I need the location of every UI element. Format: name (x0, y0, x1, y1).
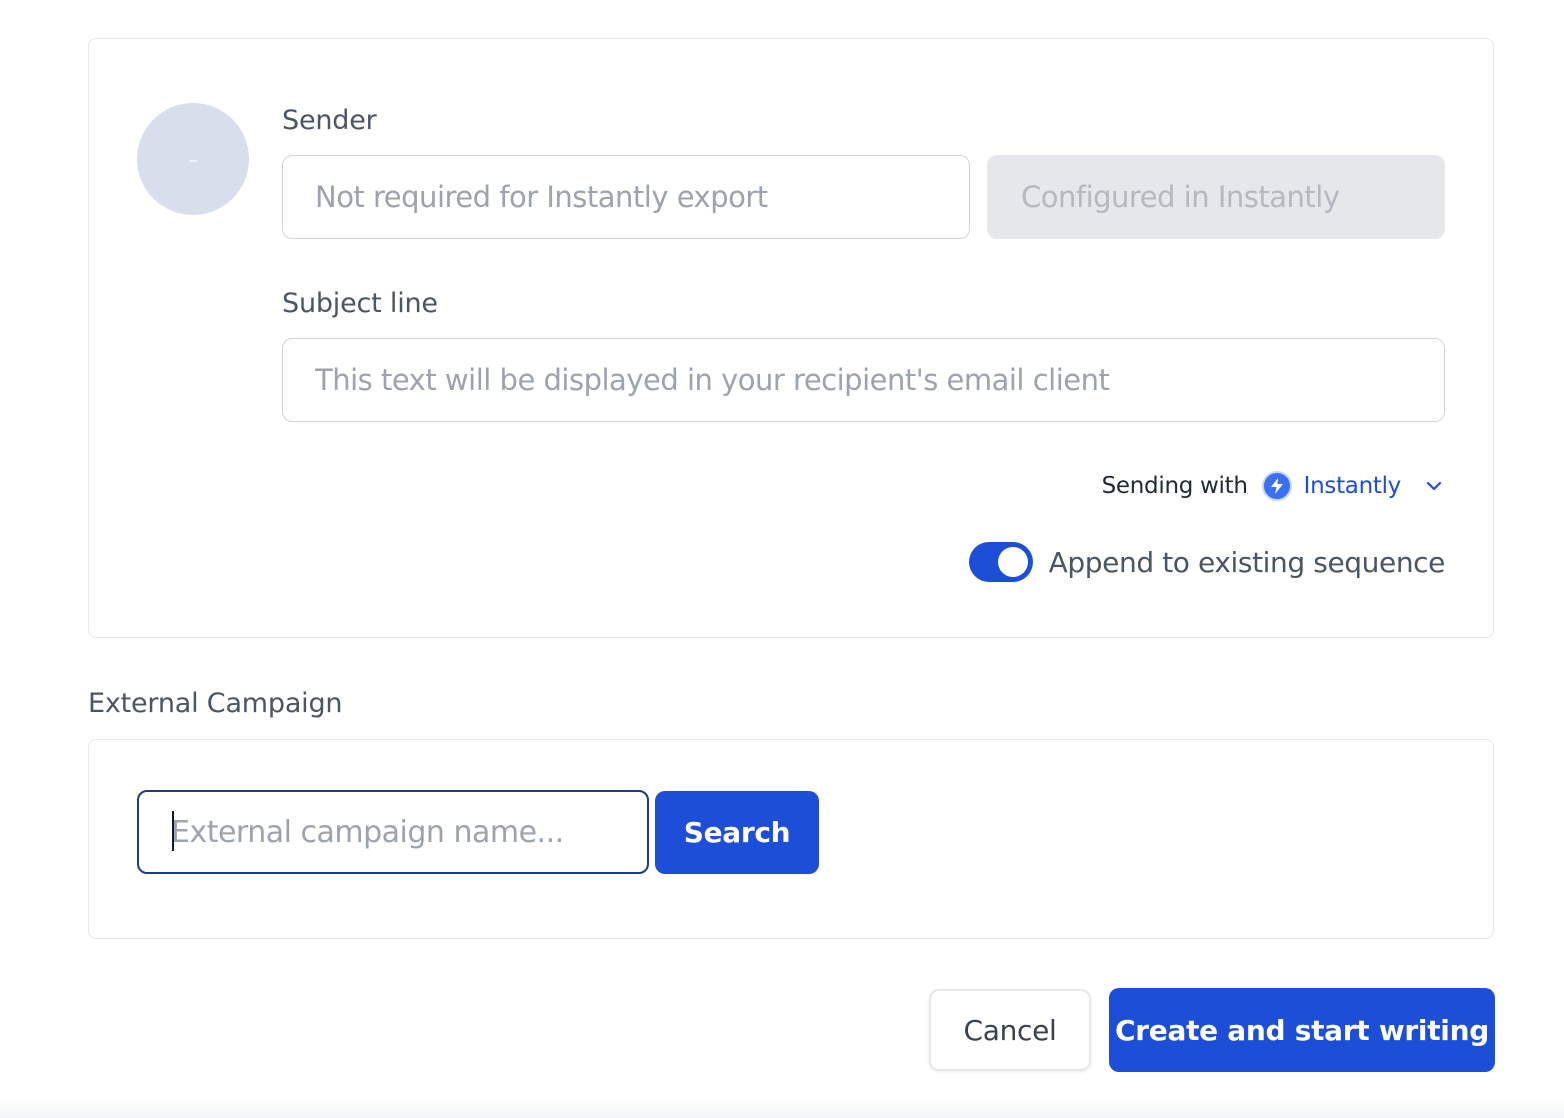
external-campaign-input[interactable] (137, 790, 649, 874)
create-and-start-writing-button[interactable]: Create and start writing (1109, 988, 1495, 1072)
campaign-setup-page: - Sender Configured in Instantly Subject… (0, 0, 1564, 1118)
subject-line-label: Subject line (282, 288, 438, 319)
chevron-down-icon (1426, 481, 1442, 491)
sender-configured-field: Configured in Instantly (987, 155, 1445, 239)
append-sequence-label: Append to existing sequence (1048, 545, 1446, 579)
external-campaign-card: Search (88, 739, 1494, 939)
sending-with-label: Sending with (1101, 473, 1248, 499)
search-button[interactable]: Search (655, 791, 819, 874)
external-campaign-label: External Campaign (88, 688, 343, 719)
sender-configured-text: Configured in Instantly (1021, 180, 1340, 214)
text-caret (172, 811, 174, 851)
append-sequence-toggle[interactable] (968, 542, 1033, 582)
sending-with-row: Sending with Instantly (1102, 469, 1445, 503)
bottom-edge (0, 1100, 1564, 1118)
sender-card: - Sender Configured in Instantly Subject… (88, 38, 1494, 638)
toggle-knob (997, 547, 1028, 577)
append-sequence-row: Append to existing sequence (968, 541, 1446, 583)
sender-label: Sender (282, 105, 377, 136)
sender-avatar: - (137, 103, 249, 215)
provider-dropdown[interactable]: Instantly (1261, 471, 1445, 501)
sender-input[interactable] (282, 155, 970, 239)
avatar-initial: - (187, 141, 199, 177)
lightning-bolt-icon (1261, 471, 1292, 501)
subject-line-input[interactable] (282, 338, 1445, 422)
provider-name: Instantly (1303, 473, 1402, 499)
cancel-button[interactable]: Cancel (929, 989, 1091, 1071)
